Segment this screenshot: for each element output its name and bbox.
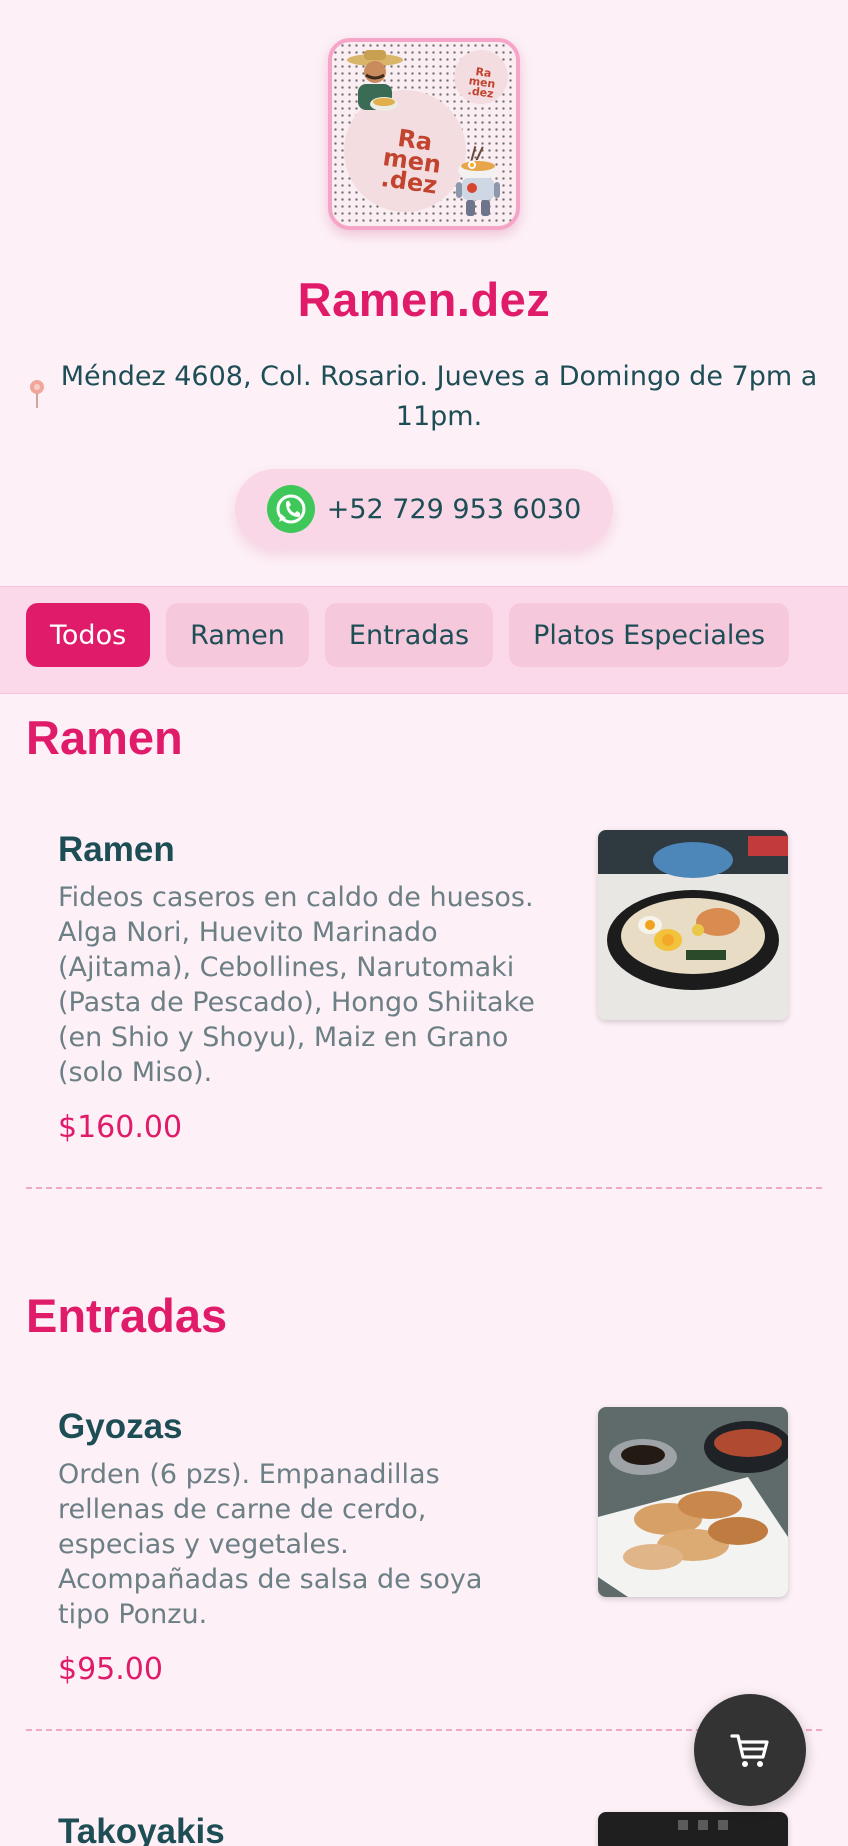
tab-ramen[interactable]: Ramen bbox=[166, 603, 309, 667]
item-price: $160.00 bbox=[58, 1110, 183, 1145]
item-name: Gyozas bbox=[58, 1407, 183, 1446]
menu-item[interactable]: Gyozas Orden (6 pzs). Empanadillas relle… bbox=[26, 1407, 822, 1707]
shopping-cart-icon bbox=[730, 1734, 769, 1767]
section-title-entradas: Entradas bbox=[26, 1289, 228, 1342]
item-description: Orden (6 pzs). Empanadillas rellenas de … bbox=[58, 1459, 483, 1630]
restaurant-logo: Ra men .dez Ra men .dez bbox=[328, 38, 520, 230]
item-name: Ramen bbox=[58, 830, 175, 869]
item-divider bbox=[26, 1187, 822, 1189]
item-description: Fideos caseros en caldo de huesos. Alga … bbox=[58, 882, 535, 1088]
chef-illustration-icon bbox=[347, 50, 403, 111]
robot-illustration-icon bbox=[456, 146, 500, 216]
category-tabs: Todos Ramen Entradas Platos Especiales bbox=[0, 586, 848, 694]
restaurant-address: Méndez 4608, Col. Rosario. Jueves a Domi… bbox=[30, 357, 818, 437]
tab-platos-especiales[interactable]: Platos Especiales bbox=[509, 603, 790, 667]
tab-entradas[interactable]: Entradas bbox=[324, 603, 494, 667]
ramen-bowl-photo bbox=[598, 830, 788, 1020]
restaurant-name: Ramen.dez bbox=[297, 273, 551, 326]
item-price: $95.00 bbox=[58, 1652, 163, 1687]
item-name: Takoyakis bbox=[58, 1812, 225, 1846]
address-text: Méndez 4608, Col. Rosario. Jueves a Domi… bbox=[60, 361, 818, 432]
phone-number: +52 729 953 6030 bbox=[326, 493, 582, 525]
menu-item[interactable]: Takoyakis bbox=[26, 1812, 822, 1846]
takoyakis-photo bbox=[598, 1812, 788, 1846]
gyozas-plate-photo bbox=[598, 1407, 788, 1597]
menu-item[interactable]: Ramen Fideos caseros en caldo de huesos.… bbox=[26, 830, 822, 1170]
whatsapp-icon bbox=[266, 485, 315, 533]
section-title-ramen: Ramen bbox=[26, 711, 183, 764]
whatsapp-contact-button[interactable]: +52 729 953 6030 bbox=[234, 469, 614, 549]
restaurant-header: Ra men .dez Ra men .dez Ramen.dez Méndez… bbox=[0, 0, 848, 549]
tab-todos[interactable]: Todos bbox=[26, 603, 151, 667]
map-pin-icon bbox=[30, 380, 44, 408]
cart-button[interactable] bbox=[694, 1694, 806, 1806]
